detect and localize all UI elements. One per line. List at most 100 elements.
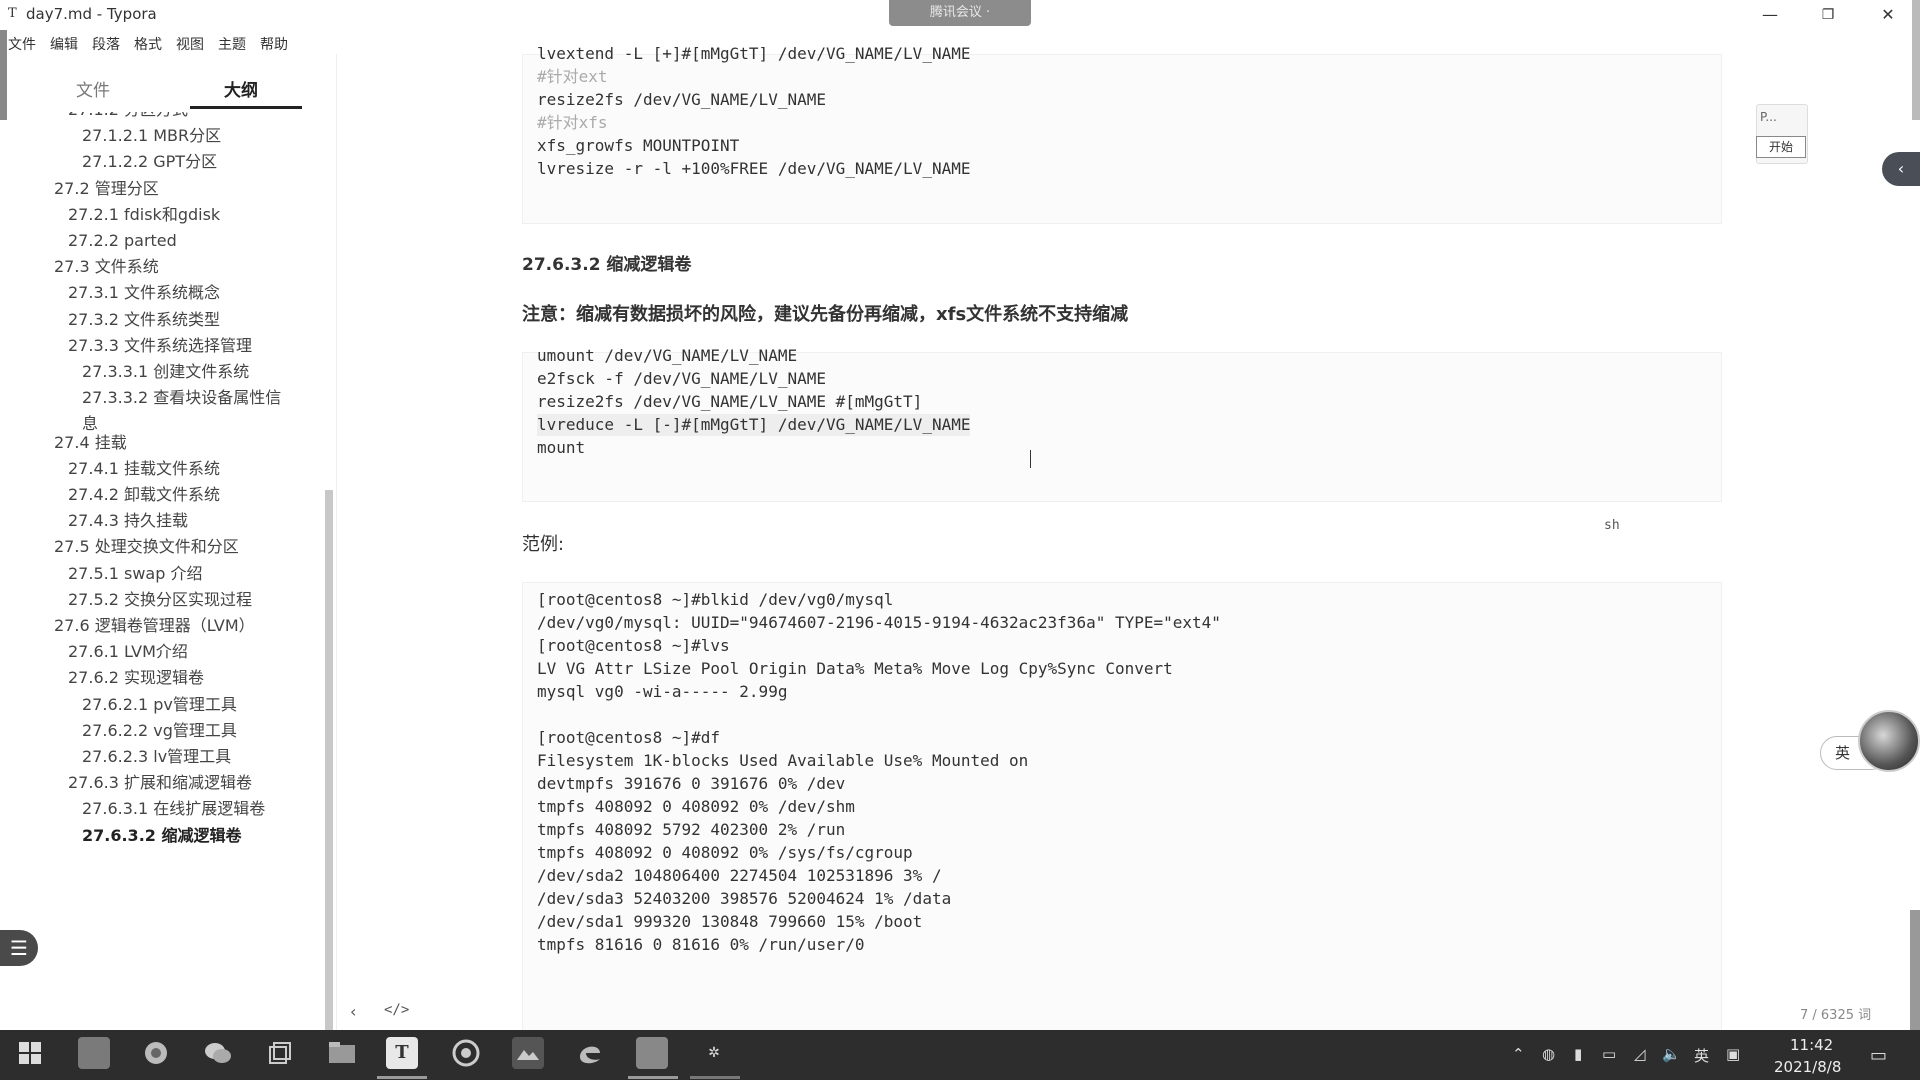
code-line[interactable]: [root@centos8 ~]#df (537, 727, 720, 749)
code-line[interactable]: [root@centos8 ~]#lvs (537, 635, 730, 657)
code-line[interactable]: lvreduce -L [-]#[mMgGtT] /dev/VG_NAME/LV… (537, 414, 971, 436)
code-line[interactable]: xfs_growfs MOUNTPOINT (537, 135, 739, 157)
code-line[interactable]: [root@centos8 ~]#blkid /dev/vg0/mysql (537, 589, 893, 611)
code-line[interactable]: lvresize -r -l +100%FREE /dev/VG_NAME/LV… (537, 158, 970, 180)
outline-item[interactable]: 27.1.2 分区方式 (68, 112, 188, 120)
avatar[interactable] (1858, 710, 1920, 772)
tab-files[interactable]: 文件 (76, 76, 110, 101)
cloud-icon[interactable] (512, 1037, 544, 1069)
code-line[interactable]: tmpfs 408092 0 408092 0% /sys/fs/cgroup (537, 842, 913, 864)
action-center-icon[interactable]: ▭ (1870, 1045, 1887, 1066)
outline-item[interactable]: 27.3.3.2 查看块设备属性信 (82, 388, 281, 408)
wechat-icon[interactable] (202, 1037, 234, 1069)
volume-icon[interactable]: 🔈 (1662, 1045, 1681, 1063)
outline-item[interactable]: 息 (82, 414, 98, 434)
code-line[interactable]: /dev/vg0/mysql: UUID="94674607-2196-4015… (537, 612, 1221, 634)
settings-icon[interactable]: ✲ (698, 1037, 730, 1069)
outline-item[interactable]: 27.5.2 交换分区实现过程 (68, 590, 252, 610)
code-line[interactable]: LV VG Attr LSize Pool Origin Data% Meta%… (537, 658, 1173, 680)
microphone-icon[interactable]: ▮ (1574, 1045, 1582, 1063)
outline-item[interactable]: 27.5 处理交换文件和分区 (54, 537, 239, 557)
outline-item[interactable]: 27.4.1 挂载文件系统 (68, 459, 220, 479)
battery-icon[interactable]: ▭ (1602, 1045, 1616, 1063)
code-block-lvextend[interactable]: lvextend -L [+]#[mMgGtT] /dev/VG_NAME/LV… (522, 44, 1722, 224)
outline-item[interactable]: 27.3 文件系统 (54, 257, 159, 277)
menu-theme[interactable]: 主题 (218, 30, 252, 54)
outline-item[interactable]: 27.5.1 swap 介绍 (68, 564, 202, 584)
outline-item[interactable]: 27.3.3 文件系统选择管理 (68, 336, 252, 356)
code-line[interactable]: #针对xfs (537, 112, 608, 134)
menu-edit[interactable]: 编辑 (50, 30, 84, 54)
menu-file[interactable]: 文件 (8, 30, 42, 54)
typora-icon[interactable]: T (386, 1037, 418, 1069)
code-block-example[interactable]: [root@centos8 ~]#blkid /dev/vg0/mysql/de… (522, 582, 1722, 1030)
outline-item[interactable]: 27.6.3.2 缩减逻辑卷 (82, 826, 241, 846)
start-icon[interactable] (14, 1037, 46, 1069)
outline-item[interactable]: 27.6.3 扩展和缩减逻辑卷 (68, 773, 252, 793)
meeting-banner[interactable]: 腾讯会议 · (889, 0, 1031, 26)
outline-item[interactable]: 27.3.2 文件系统类型 (68, 310, 220, 330)
code-line[interactable]: /dev/sda2 104806400 2274504 102531896 3%… (537, 865, 942, 887)
code-line[interactable]: umount /dev/VG_NAME/LV_NAME (537, 345, 797, 367)
code-line[interactable]: /dev/sda3 52403200 398576 52004624 1% /d… (537, 888, 951, 910)
code-line[interactable]: tmpfs 408092 0 408092 0% /dev/shm (537, 796, 855, 818)
outline-item[interactable]: 27.6.1 LVM介绍 (68, 642, 188, 662)
main-scrollbar-top[interactable] (1912, 0, 1920, 120)
clock-time[interactable]: 11:42 (1790, 1036, 1833, 1054)
code-language-label[interactable]: sh (1604, 518, 1620, 533)
outline-item[interactable]: 27.4.3 持久挂载 (68, 511, 188, 531)
outline-item[interactable]: 27.2.1 fdisk和gdisk (68, 205, 220, 225)
file-explorer-icon[interactable] (326, 1037, 358, 1069)
outline-item[interactable]: 27.3.3.1 创建文件系统 (82, 362, 249, 382)
code-line[interactable]: /dev/sda1 999320 130848 799660 15% /boot (537, 911, 922, 933)
code-line[interactable]: resize2fs /dev/VG_NAME/LV_NAME #[mMgGtT] (537, 391, 922, 413)
code-line[interactable]: mount (537, 437, 585, 459)
outline-item[interactable]: 27.1.2.2 GPT分区 (82, 152, 217, 172)
sidebar-scrollbar[interactable] (325, 490, 333, 1030)
tab-outline[interactable]: 大纲 (224, 76, 258, 101)
source-mode-icon[interactable]: </> (384, 1002, 409, 1018)
code-line[interactable]: resize2fs /dev/VG_NAME/LV_NAME (537, 89, 826, 111)
outline-item[interactable]: 27.4 挂载 (54, 433, 127, 453)
outline-item[interactable]: 27.2.2 parted (68, 231, 177, 251)
photo-icon[interactable] (78, 1037, 110, 1069)
tray-app-icon[interactable]: ◍ (1542, 1045, 1555, 1063)
outline-item[interactable]: 27.2 管理分区 (54, 179, 159, 199)
editor[interactable]: lvextend -L [+]#[mMgGtT] /dev/VG_NAME/LV… (510, 44, 1730, 1030)
code-line[interactable]: tmpfs 408092 5792 402300 2% /run (537, 819, 845, 841)
menu-view[interactable]: 视图 (176, 30, 210, 54)
main-scrollbar-thumb[interactable] (1910, 910, 1920, 1030)
close-button[interactable]: ✕ (1868, 2, 1908, 28)
notification-app-icon[interactable]: ▣ (1726, 1045, 1740, 1063)
edge-icon[interactable] (574, 1037, 606, 1069)
code-line[interactable]: #针对ext (537, 66, 608, 88)
start-button[interactable]: 开始 (1756, 136, 1806, 158)
network-icon[interactable]: ◿ (1634, 1045, 1646, 1063)
outline-item[interactable]: 27.6.2.1 pv管理工具 (82, 695, 237, 715)
code-line[interactable]: mysql vg0 -wi-a----- 2.99g (537, 681, 787, 703)
menu-format[interactable]: 格式 (134, 30, 168, 54)
outline-item[interactable]: 27.1.2.1 MBR分区 (82, 126, 221, 146)
outline-item[interactable]: 27.4.2 卸载文件系统 (68, 485, 220, 505)
code-line[interactable]: Filesystem 1K-blocks Used Available Use%… (537, 750, 1028, 772)
photo-viewer-icon[interactable] (636, 1037, 668, 1069)
back-icon[interactable]: ‹ (350, 1002, 356, 1021)
code-line[interactable]: e2fsck -f /dev/VG_NAME/LV_NAME (537, 368, 826, 390)
outline-item[interactable]: 27.6.2 实现逻辑卷 (68, 668, 204, 688)
menu-help[interactable]: 帮助 (260, 30, 294, 54)
outline-item[interactable]: 27.6 逻辑卷管理器（LVM） (54, 616, 255, 636)
restore-button[interactable]: ❐ (1808, 2, 1848, 28)
code-line[interactable]: devtmpfs 391676 0 391676 0% /dev (537, 773, 845, 795)
code-block-lvreduce[interactable]: umount /dev/VG_NAME/LV_NAME e2fsck -f /de… (522, 346, 1722, 502)
word-count[interactable]: 7 / 6325 词 (1800, 1004, 1871, 1023)
tray-expand-icon[interactable]: ⌃ (1512, 1045, 1525, 1063)
ime-indicator[interactable]: 英 (1694, 1045, 1709, 1066)
collapse-panel-icon[interactable]: ‹ (1882, 152, 1920, 186)
outline-item[interactable]: 27.6.2.2 vg管理工具 (82, 721, 237, 741)
minimize-button[interactable]: — (1750, 2, 1790, 28)
window-manager-icon[interactable] (264, 1037, 296, 1069)
media-icon[interactable] (450, 1037, 482, 1069)
outline-toggle-icon[interactable]: ☰ (0, 930, 38, 966)
code-line[interactable]: tmpfs 81616 0 81616 0% /run/user/0 (537, 934, 865, 956)
outline-item[interactable]: 27.3.1 文件系统概念 (68, 283, 220, 303)
